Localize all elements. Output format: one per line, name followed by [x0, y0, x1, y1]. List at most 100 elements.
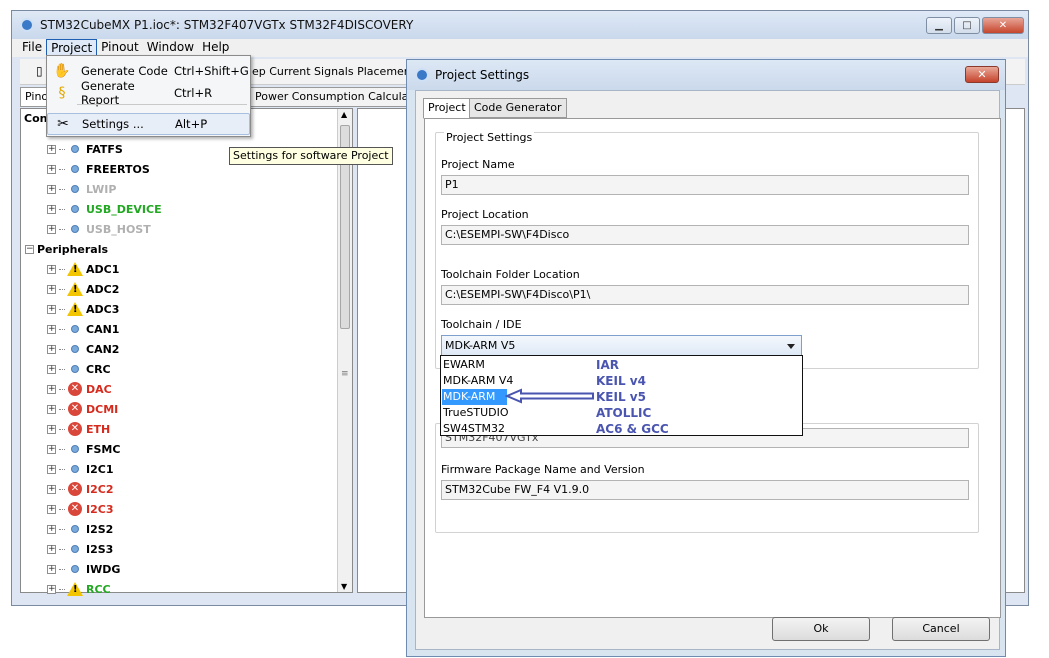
tree-item[interactable]: + ADC2 [47, 279, 119, 299]
toolchain-option-mdk-arm-v5[interactable]: MDK-ARM V5 [442, 389, 507, 419]
dialog-title-bar: Project Settings ✕ [407, 60, 1005, 90]
tree-header: Con [24, 112, 48, 125]
tree-connector [59, 508, 65, 510]
menu-item-settings[interactable]: ✂ Settings ... Alt+P [47, 113, 250, 135]
tree-connector [59, 568, 65, 570]
tree-connector [59, 528, 65, 530]
scroll-grip-icon: ≡ [341, 369, 349, 379]
toolchain-folder-field[interactable]: C:\ESEMPI-SW\F4Disco\P1\ [441, 285, 969, 305]
expand-icon[interactable]: + [47, 304, 56, 314]
main-title-bar: STM32CubeMX P1.ioc*: STM32F407VGTx STM32… [12, 11, 1028, 39]
tree-item-label: LWIP [86, 182, 117, 196]
tree-item[interactable]: − Peripherals [25, 239, 108, 259]
tree-scrollbar[interactable]: ≡ ▼ ▲ [337, 109, 352, 592]
tree-item[interactable]: + ✕ DCMI [47, 399, 118, 419]
tab-code-generator[interactable]: Code Generator [469, 98, 567, 118]
keep-signals-placement-label[interactable]: ep Current Signals Placement [252, 65, 415, 78]
tab-project[interactable]: Project [423, 98, 471, 119]
tree-item[interactable]: + FATFS [47, 139, 123, 159]
tree-connector [59, 428, 65, 430]
tree-connector [59, 148, 65, 150]
tree-item[interactable]: + CRC [47, 359, 111, 379]
new-project-icon[interactable]: ▯ [36, 64, 43, 78]
warning-icon [67, 302, 83, 316]
menu-item-generate-report[interactable]: § Generate Report Ctrl+R [47, 79, 250, 107]
tree-connector [59, 488, 65, 490]
configuration-tree: Con + FATFS + FREERTOS + LWIP + USB_DEVICE + USB_… [20, 108, 353, 596]
expand-icon[interactable]: + [47, 264, 56, 274]
expand-icon[interactable]: + [47, 284, 56, 294]
tree-item[interactable]: + ADC3 [47, 299, 119, 319]
tree-connector [59, 308, 65, 310]
ok-button[interactable]: Ok [772, 617, 870, 641]
tree-item[interactable]: + ✕ I2C3 [47, 499, 113, 519]
expand-icon[interactable]: + [47, 184, 56, 194]
tree-item[interactable]: + IWDG [47, 559, 120, 579]
tree-connector [59, 448, 65, 450]
expand-icon[interactable]: + [47, 444, 56, 454]
tree-item[interactable]: + ✕ I2C2 [47, 479, 113, 499]
tree-item[interactable]: + CAN1 [47, 319, 119, 339]
tree-item[interactable]: + LWIP [47, 179, 116, 199]
chevron-down-icon [787, 344, 795, 349]
collapse-icon[interactable]: − [25, 244, 34, 254]
scroll-down-icon[interactable]: ▼ [341, 582, 347, 591]
tab-pinout[interactable]: Pino [20, 87, 48, 107]
tree-item[interactable]: + ADC1 [47, 259, 119, 279]
project-name-field[interactable]: P1 [441, 175, 969, 195]
tree-item[interactable]: + USB_DEVICE [47, 199, 162, 219]
tree-item[interactable]: + I2S2 [47, 519, 113, 539]
tree-item[interactable]: + I2C1 [47, 459, 113, 479]
scroll-up-icon[interactable]: ▲ [341, 110, 347, 119]
expand-icon[interactable]: + [47, 584, 56, 594]
status-info-icon [68, 562, 82, 576]
expand-icon[interactable]: + [47, 384, 56, 394]
toolchain-option-sw4stm32[interactable]: SW4STM32 [442, 421, 505, 437]
error-icon: ✕ [68, 502, 82, 516]
expand-icon[interactable]: + [47, 364, 56, 374]
expand-icon[interactable]: + [47, 524, 56, 534]
tree-item[interactable]: + RCC [47, 579, 111, 599]
expand-icon[interactable]: + [47, 564, 56, 574]
expand-icon[interactable]: + [47, 224, 56, 234]
maximize-button[interactable]: □ [954, 17, 980, 34]
tree-item[interactable]: + ✕ ETH [47, 419, 110, 439]
expand-icon[interactable]: + [47, 204, 56, 214]
minimize-button[interactable]: ▁ [926, 17, 952, 34]
tree-item[interactable]: + FREERTOS [47, 159, 150, 179]
expand-icon[interactable]: + [47, 164, 56, 174]
menu-item-label: Settings ... [82, 117, 144, 131]
tab-power-consumption[interactable]: Power Consumption Calculator [250, 87, 429, 107]
expand-icon[interactable]: + [47, 464, 56, 474]
expand-icon[interactable]: + [47, 504, 56, 514]
expand-icon[interactable]: + [47, 484, 56, 494]
toolchain-option-mdk-arm-v4[interactable]: MDK-ARM V4 [442, 373, 513, 389]
expand-icon[interactable]: + [47, 144, 56, 154]
annotation-atollic: ATOLLIC [596, 406, 652, 420]
tree-connector [59, 288, 65, 290]
toolchain-option-truestudio[interactable]: TrueSTUDIO [442, 405, 509, 421]
dialog-close-button[interactable]: ✕ [965, 66, 999, 83]
status-info-icon [68, 142, 82, 156]
expand-icon[interactable]: + [47, 424, 56, 434]
status-info-icon [68, 322, 82, 336]
firmware-package-field[interactable]: STM32Cube FW_F4 V1.9.0 [441, 480, 969, 500]
expand-icon[interactable]: + [47, 344, 56, 354]
tree-connector [59, 588, 65, 590]
tree-item[interactable]: + CAN2 [47, 339, 119, 359]
tree-item[interactable]: + ✕ DAC [47, 379, 112, 399]
tree-item[interactable]: + FSMC [47, 439, 120, 459]
close-button[interactable]: ✕ [982, 17, 1024, 34]
project-location-field[interactable]: C:\ESEMPI-SW\F4Disco [441, 225, 969, 245]
expand-icon[interactable]: + [47, 544, 56, 554]
toolchain-option-ewarm[interactable]: EWARM [442, 357, 485, 373]
status-info-icon [68, 162, 82, 176]
tree-connector [59, 548, 65, 550]
expand-icon[interactable]: + [47, 324, 56, 334]
menu-file[interactable]: File [18, 39, 46, 57]
tree-item[interactable]: + I2S3 [47, 539, 113, 559]
toolchain-ide-select[interactable]: MDK-ARM V5 [441, 335, 802, 357]
tree-item[interactable]: + USB_HOST [47, 219, 151, 239]
cancel-button[interactable]: Cancel [892, 617, 990, 641]
expand-icon[interactable]: + [47, 404, 56, 414]
